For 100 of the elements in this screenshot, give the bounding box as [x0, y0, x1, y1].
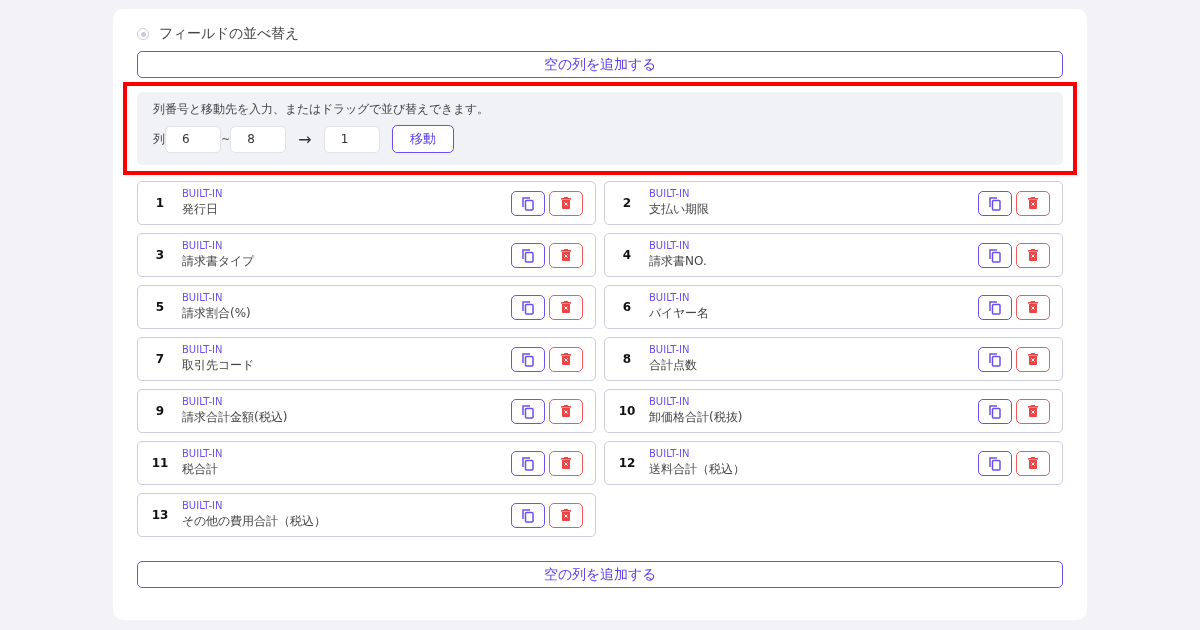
copy-button[interactable] [511, 398, 545, 424]
field-card[interactable]: 4 BUILT-IN 請求書NO. [604, 233, 1063, 277]
add-column-button[interactable]: 空の列を追加する [137, 561, 1063, 588]
field-card[interactable]: 9 BUILT-IN 請求合計金額(税込) [137, 389, 596, 433]
trash-icon [561, 249, 571, 261]
field-number: 5 [154, 300, 166, 314]
delete-button[interactable] [549, 398, 583, 424]
field-card[interactable]: 7 BUILT-IN 取引先コード [137, 337, 596, 381]
field-tag: BUILT-IN [649, 292, 974, 303]
field-name: 発行日 [182, 201, 219, 218]
delete-button[interactable] [549, 502, 583, 528]
copy-button[interactable] [511, 450, 545, 476]
delete-button[interactable] [549, 190, 583, 216]
field-number: 11 [150, 456, 170, 470]
delete-button[interactable] [1016, 242, 1050, 268]
copy-button[interactable] [511, 242, 545, 268]
field-name: 送料合計（税込） [649, 461, 746, 478]
delete-button[interactable] [549, 294, 583, 320]
trash-icon [561, 197, 571, 209]
trash-icon [1028, 457, 1038, 469]
field-tag: BUILT-IN [649, 396, 974, 407]
field-number: 4 [621, 248, 633, 262]
field-name: バイヤー名 [649, 305, 710, 322]
copy-icon [521, 351, 535, 367]
copy-button[interactable] [511, 294, 545, 320]
delete-button[interactable] [549, 450, 583, 476]
trash-icon [561, 405, 571, 417]
copy-icon [521, 247, 535, 263]
field-number: 2 [621, 196, 633, 210]
field-tag: BUILT-IN [649, 188, 974, 199]
field-tag: BUILT-IN [182, 396, 507, 407]
delete-button[interactable] [1016, 398, 1050, 424]
copy-button[interactable] [978, 398, 1012, 424]
field-number: 6 [621, 300, 633, 314]
copy-button[interactable] [978, 294, 1012, 320]
field-name: 取引先コード [182, 357, 255, 374]
from-input[interactable]: 6 [165, 125, 221, 153]
trash-icon [1028, 405, 1038, 417]
field-name: 合計点数 [649, 357, 698, 374]
move-button[interactable]: 移動 [391, 125, 454, 153]
arrow-text: → [298, 129, 312, 149]
field-tag: BUILT-IN [182, 448, 507, 459]
field-name: 請求合計金額(税込) [182, 409, 289, 426]
field-tag: BUILT-IN [182, 344, 507, 355]
field-number: 12 [617, 456, 637, 470]
range-separator: ~ [221, 132, 231, 146]
field-card[interactable]: 3 BUILT-IN 請求書タイプ [137, 233, 596, 277]
field-card[interactable]: 5 BUILT-IN 請求割合(%) [137, 285, 596, 329]
copy-button[interactable] [978, 242, 1012, 268]
field-card[interactable]: 10 BUILT-IN 卸価格合計(税抜) [604, 389, 1063, 433]
field-tag: BUILT-IN [649, 240, 974, 251]
column-label: 列 [153, 130, 165, 148]
copy-button[interactable] [978, 190, 1012, 216]
trash-icon [1028, 353, 1038, 365]
copy-button[interactable] [978, 346, 1012, 372]
field-card[interactable]: 11 BUILT-IN 税合計 [137, 441, 596, 485]
field-name: 税合計 [182, 461, 219, 478]
field-card[interactable]: 8 BUILT-IN 合計点数 [604, 337, 1063, 381]
field-name: 請求書NO. [649, 253, 708, 270]
field-card[interactable]: 12 BUILT-IN 送料合計（税込） [604, 441, 1063, 485]
delete-button[interactable] [549, 346, 583, 372]
trash-icon [561, 353, 571, 365]
copy-button[interactable] [511, 346, 545, 372]
field-tag: BUILT-IN [182, 292, 507, 303]
field-name: 請求割合(%) [182, 305, 252, 322]
copy-icon [988, 247, 1002, 263]
field-tag: BUILT-IN [182, 500, 507, 511]
field-number: 8 [621, 352, 633, 366]
copy-icon [988, 403, 1002, 419]
to-input[interactable]: 8 [230, 125, 287, 153]
field-number: 7 [154, 352, 166, 366]
field-number: 3 [154, 248, 166, 262]
field-card[interactable]: 13 BUILT-IN その他の費用合計（税込） [137, 493, 596, 537]
copy-icon [521, 403, 535, 419]
delete-button[interactable] [1016, 346, 1050, 372]
field-name: その他の費用合計（税込） [182, 513, 327, 530]
copy-icon [988, 455, 1002, 471]
delete-button[interactable] [549, 242, 583, 268]
field-card[interactable]: 2 BUILT-IN 支払い期限 [604, 181, 1063, 225]
field-tag: BUILT-IN [649, 448, 974, 459]
field-number: 9 [154, 404, 166, 418]
target-input[interactable]: 1 [323, 125, 380, 153]
delete-button[interactable] [1016, 190, 1050, 216]
delete-button[interactable] [1016, 450, 1050, 476]
copy-button[interactable] [978, 450, 1012, 476]
field-tag: BUILT-IN [182, 240, 507, 251]
copy-icon [988, 351, 1002, 367]
trash-icon [1028, 249, 1038, 261]
copy-button[interactable] [511, 190, 545, 216]
add-column-button[interactable]: 空の列を追加する [137, 51, 1063, 78]
field-card[interactable]: 1 BUILT-IN 発行日 [137, 181, 596, 225]
copy-button[interactable] [511, 502, 545, 528]
field-tag: BUILT-IN [182, 188, 507, 199]
field-number: 10 [617, 404, 637, 418]
field-card[interactable]: 6 BUILT-IN バイヤー名 [604, 285, 1063, 329]
delete-button[interactable] [1016, 294, 1050, 320]
field-number: 1 [154, 196, 166, 210]
trash-icon [1028, 301, 1038, 313]
field-name: 卸価格合計(税抜) [649, 409, 744, 426]
section-title: フィールドの並べ替え [159, 25, 299, 43]
